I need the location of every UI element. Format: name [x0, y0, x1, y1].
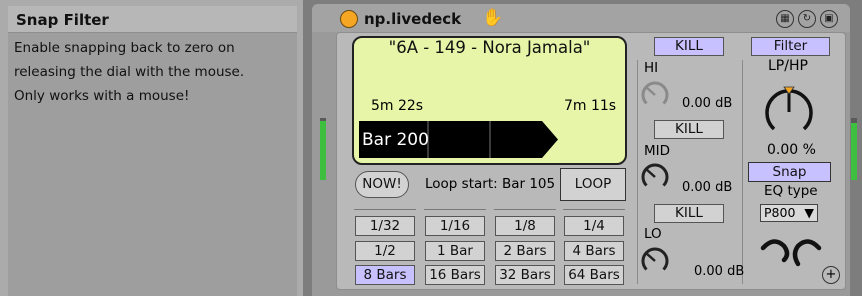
lp-hp-label: LP/HP: [768, 58, 808, 74]
loop-length-1-32[interactable]: 1/32: [355, 216, 415, 236]
divider: [354, 209, 416, 210]
loop-length-1-2[interactable]: 1/2: [355, 241, 415, 261]
now-button[interactable]: NOW!: [355, 171, 409, 198]
hi-value: 0.00 dB: [682, 96, 733, 111]
chevron-down-icon: ▼: [804, 205, 814, 220]
lo-knob[interactable]: [638, 244, 672, 278]
divider: [563, 209, 625, 210]
mid-knob[interactable]: [638, 160, 672, 194]
filter-button[interactable]: Filter: [751, 37, 830, 56]
loop-length-1-4[interactable]: 1/4: [564, 216, 624, 236]
right-level-meter: [851, 118, 857, 180]
refresh-icon[interactable]: ↻: [798, 10, 816, 28]
section-divider: [742, 60, 743, 284]
loop-length-1-8[interactable]: 1/8: [495, 216, 555, 236]
lo-value: 0.00 dB: [694, 264, 745, 279]
kill-all-button[interactable]: KILL: [654, 37, 724, 56]
filter-value: 0.00 %: [767, 142, 816, 158]
loop-length-4-bars[interactable]: 4 Bars: [564, 241, 624, 261]
info-description: Enable snapping back to zero on releasin…: [14, 36, 284, 108]
loop-button[interactable]: LOOP: [560, 168, 626, 201]
loop-length-64-bars[interactable]: 64 Bars: [564, 265, 624, 285]
loop-length-1-16[interactable]: 1/16: [425, 216, 485, 236]
left-level-meter: [320, 118, 326, 180]
mid-kill-button[interactable]: KILL: [654, 204, 724, 223]
grip-icon[interactable]: ▦: [776, 10, 794, 28]
loop-length-16-bars[interactable]: 16 Bars: [425, 265, 485, 285]
info-line: Only works with a mouse!: [14, 88, 190, 104]
loop-length-8-bars[interactable]: 8 Bars: [355, 265, 415, 285]
logo-icon: [760, 239, 822, 267]
loop-length-32-bars[interactable]: 32 Bars: [495, 265, 555, 285]
loop-start-label: Loop start: Bar 105: [425, 176, 556, 192]
info-line: Enable snapping back to zero on: [14, 40, 235, 56]
info-line: releasing the dial with the mouse.: [14, 64, 245, 80]
plus-icon[interactable]: +: [822, 266, 840, 284]
loop-length-1-bar[interactable]: 1 Bar: [425, 241, 485, 261]
hi-knob[interactable]: [638, 78, 672, 112]
current-bar: Bar 200: [362, 130, 429, 150]
hi-label: HI: [644, 60, 659, 76]
device-title: np.livedeck: [364, 10, 462, 28]
time-remaining: 7m 11s: [564, 98, 617, 114]
track-name: "6A - 149 - Nora Jamala": [388, 38, 591, 57]
hi-kill-button[interactable]: KILL: [654, 120, 724, 139]
time-elapsed: 5m 22s: [371, 98, 424, 114]
divider: [494, 209, 556, 210]
divider: [424, 209, 486, 210]
snap-button[interactable]: Snap: [748, 162, 831, 182]
mid-value: 0.00 dB: [682, 180, 733, 195]
info-title: Snap Filter: [16, 11, 109, 29]
filter-knob[interactable]: [759, 82, 819, 142]
save-icon[interactable]: ▣: [820, 10, 838, 28]
right-level-fill: [851, 122, 857, 180]
mid-label: MID: [644, 143, 671, 159]
loop-length-2-bars[interactable]: 2 Bars: [495, 241, 555, 261]
left-level-fill: [320, 121, 326, 180]
eq-type-select[interactable]: P800 ▼: [760, 204, 818, 222]
eq-type-value: P800: [764, 205, 796, 220]
power-icon[interactable]: [340, 10, 358, 28]
hand-icon: ✋: [482, 8, 504, 28]
eq-type-label: EQ type: [764, 183, 818, 199]
lo-label: LO: [644, 226, 662, 242]
